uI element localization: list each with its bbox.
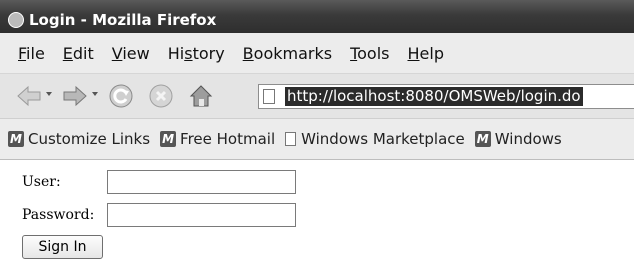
stop-icon[interactable]: [148, 83, 174, 109]
m-icon: M: [160, 131, 177, 147]
menu-file-accel: F: [18, 43, 27, 63]
bookmark-windows-marketplace[interactable]: Windows Marketplace: [285, 130, 465, 148]
menu-file-label: ile: [26, 43, 45, 63]
bookmark-label: Windows: [494, 130, 562, 148]
menu-help-accel: H: [407, 43, 420, 63]
forward-dropdown-icon[interactable]: [92, 91, 98, 97]
menu-tools[interactable]: Tools: [350, 44, 389, 63]
forward-arrow-icon[interactable]: [62, 83, 88, 109]
bookmarks-toolbar: M Customize Links M Free Hotmail Windows…: [0, 119, 634, 160]
menu-history-label: tory: [192, 43, 225, 63]
back-dropdown-icon[interactable]: [46, 91, 52, 97]
page-icon: [285, 132, 297, 146]
bookmark-label: Free Hotmail: [180, 130, 276, 148]
password-label: Password:: [22, 207, 95, 223]
menu-help[interactable]: Help: [408, 44, 444, 63]
menu-history-pre: Hi: [167, 43, 185, 63]
bookmark-windows[interactable]: M Windows: [474, 130, 562, 148]
menu-file[interactable]: File: [18, 44, 45, 63]
menu-bar: File Edit View History Bookmarks Tools H…: [0, 33, 634, 74]
m-icon: M: [8, 131, 24, 147]
bookmark-label: Customize Links: [28, 130, 151, 148]
home-icon[interactable]: [188, 83, 214, 109]
menu-history[interactable]: History: [168, 44, 225, 63]
back-arrow-icon[interactable]: [16, 83, 42, 109]
bookmark-free-hotmail[interactable]: M Free Hotmail: [160, 130, 275, 148]
menu-bookmarks[interactable]: Bookmarks: [243, 44, 332, 63]
menu-view-accel: V: [111, 43, 123, 63]
url-bar[interactable]: http://localhost:8080/OMSWeb/login.do: [258, 84, 634, 109]
menu-history-accel: s: [184, 43, 193, 63]
menu-edit-label: dit: [72, 43, 94, 63]
reload-icon[interactable]: [108, 83, 134, 109]
sign-in-button[interactable]: Sign In: [22, 235, 103, 259]
url-text[interactable]: http://localhost:8080/OMSWeb/login.do: [285, 87, 583, 106]
bookmark-label: Windows Marketplace: [301, 130, 465, 148]
menu-bookmarks-label: ookmarks: [253, 43, 333, 63]
window-titlebar: Login - Mozilla Firefox: [0, 0, 634, 33]
menu-help-label: elp: [419, 43, 444, 63]
user-label: User:: [22, 174, 61, 190]
firefox-logo-icon: [8, 11, 24, 28]
menu-bookmarks-accel: B: [242, 43, 254, 63]
menu-edit[interactable]: Edit: [63, 44, 94, 63]
menu-view[interactable]: View: [112, 44, 150, 63]
page-icon: [263, 89, 275, 104]
password-input[interactable]: [107, 203, 296, 227]
menu-view-label: iew: [122, 43, 150, 63]
navigation-toolbar: http://localhost:8080/OMSWeb/login.do: [0, 74, 634, 119]
page-content: User: Password: Sign In: [0, 160, 634, 259]
user-input[interactable]: [107, 170, 296, 194]
menu-tools-label: ools: [357, 43, 390, 63]
window-title: Login - Mozilla Firefox: [29, 10, 217, 29]
m-icon: M: [474, 131, 491, 147]
menu-edit-accel: E: [62, 43, 73, 63]
bookmark-customize-links[interactable]: M Customize Links: [8, 130, 150, 148]
